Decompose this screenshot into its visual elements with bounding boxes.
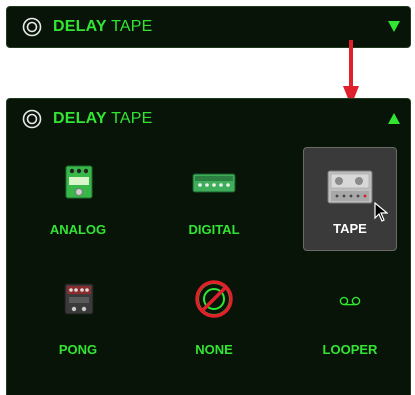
option-tape[interactable]: TAPE xyxy=(303,147,397,251)
option-label: PONG xyxy=(58,342,98,357)
option-label: ANALOG xyxy=(49,222,107,237)
title-effect: DELAY xyxy=(53,110,107,127)
panel-title: DELAY TAPE xyxy=(53,18,153,36)
red-down-arrow-icon xyxy=(343,40,359,106)
tape-echo-icon xyxy=(327,170,373,204)
title-type: TAPE xyxy=(111,18,153,35)
power-toggle-icon[interactable] xyxy=(21,17,43,37)
option-label: DIGITAL xyxy=(188,222,240,237)
option-analog[interactable]: ANALOG xyxy=(31,147,125,251)
option-looper[interactable]: LOOPER xyxy=(303,267,397,371)
option-label: NONE xyxy=(195,342,233,357)
pong-pedal-icon xyxy=(64,283,94,315)
digital-pedal-icon xyxy=(192,173,236,193)
looper-tape-icon xyxy=(339,296,361,306)
option-pong[interactable]: PONG xyxy=(31,267,125,371)
title-type: TAPE xyxy=(111,110,153,127)
none-no-effect-icon xyxy=(195,280,233,318)
analog-pedal-icon xyxy=(65,165,93,199)
mouse-cursor-icon xyxy=(374,202,388,222)
expand-triangle-icon[interactable] xyxy=(388,21,400,32)
option-label: TAPE xyxy=(333,221,367,236)
option-label: LOOPER xyxy=(322,342,378,357)
option-digital[interactable]: DIGITAL xyxy=(167,147,261,251)
power-toggle-icon[interactable] xyxy=(21,109,43,129)
title-effect: DELAY xyxy=(53,18,107,35)
panel-title: DELAY TAPE xyxy=(53,110,153,128)
option-none[interactable]: NONE xyxy=(167,267,261,371)
panel-header[interactable]: DELAY TAPE xyxy=(7,99,410,139)
collapse-triangle-icon[interactable] xyxy=(388,113,400,124)
delay-panel-expanded: DELAY TAPE ANALOG DIGITAL TAPE PONG NONE… xyxy=(6,98,411,395)
